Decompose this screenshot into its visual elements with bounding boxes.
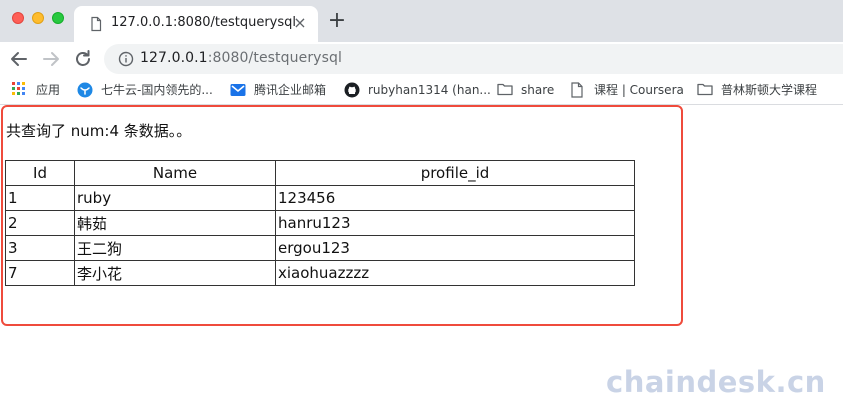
- folder-icon: [697, 83, 713, 96]
- table-row: 1 ruby 123456: [5, 185, 635, 211]
- close-window-button[interactable]: [12, 12, 24, 24]
- github-icon: [344, 82, 360, 98]
- address-bar[interactable]: 127.0.0.1:8080/testquerysql: [104, 44, 843, 74]
- table-row: 2 韩茹 hanru123: [5, 210, 635, 236]
- apps-grid-icon: [12, 82, 25, 95]
- back-arrow-icon[interactable]: [7, 47, 31, 71]
- query-summary: 共查询了 num:4 条数据。。: [6, 122, 192, 140]
- cell-id: 2: [5, 210, 75, 236]
- cell-id: 1: [5, 185, 75, 211]
- bookmark-label: 应用: [36, 83, 61, 97]
- column-header-profile-id: profile_id: [275, 160, 635, 186]
- url-host: 127.0.0.1: [140, 50, 208, 66]
- browser-window: 127.0.0.1:8080/testquerysql × + 127.0.0.…: [0, 0, 843, 417]
- zoom-window-button[interactable]: [52, 12, 64, 24]
- folder-icon: [497, 83, 513, 96]
- bookmark-label: 腾讯企业邮箱: [254, 83, 327, 97]
- browser-tab-active[interactable]: 127.0.0.1:8080/testquerysql ×: [74, 6, 318, 42]
- cell-id: 7: [5, 260, 75, 286]
- cell-name: 王二狗: [74, 235, 276, 261]
- column-header-id: Id: [5, 160, 75, 186]
- bookmark-label: 七牛云-国内领先的...: [101, 83, 213, 97]
- results-table: Id Name profile_id 1 ruby 123456 2 韩茹 ha…: [5, 160, 635, 286]
- bookmark-label: share: [521, 83, 555, 97]
- cell-profile-id: 123456: [275, 185, 635, 211]
- url-path: :8080/testquerysql: [207, 50, 342, 66]
- tab-close-icon[interactable]: ×: [291, 14, 309, 32]
- cell-profile-id: hanru123: [275, 210, 635, 236]
- table-header-row: Id Name profile_id: [5, 160, 635, 186]
- tab-strip: 127.0.0.1:8080/testquerysql × +: [0, 0, 843, 42]
- minimize-window-button[interactable]: [32, 12, 44, 24]
- forward-arrow-icon[interactable]: [39, 47, 63, 71]
- cell-profile-id: ergou123: [275, 235, 635, 261]
- address-url: 127.0.0.1:8080/testquerysql: [140, 50, 342, 66]
- cell-name: 李小花: [74, 260, 276, 286]
- reload-icon[interactable]: [71, 47, 95, 71]
- cell-profile-id: xiaohuazzzz: [275, 260, 635, 286]
- page-icon: [571, 82, 583, 98]
- page-icon: [91, 16, 102, 32]
- cell-name: ruby: [74, 185, 276, 211]
- tencent-mail-icon: [230, 84, 246, 96]
- bookmark-label: rubyhan1314 (han...: [368, 83, 491, 97]
- table-row: 7 李小花 xiaohuazzzz: [5, 260, 635, 286]
- cell-name: 韩茹: [74, 210, 276, 236]
- bookmark-label: 普林斯顿大学课程: [721, 83, 818, 97]
- bookmark-label: 课程 | Coursera: [594, 83, 684, 97]
- new-tab-button[interactable]: +: [326, 10, 348, 32]
- tab-title: 127.0.0.1:8080/testquerysql: [111, 15, 296, 30]
- qiniu-logo-icon: [77, 82, 93, 98]
- cell-id: 3: [5, 235, 75, 261]
- watermark: chaindesk.cn: [606, 365, 826, 399]
- browser-toolbar: 127.0.0.1:8080/testquerysql: [0, 42, 843, 76]
- column-header-name: Name: [74, 160, 276, 186]
- site-info-icon[interactable]: [118, 51, 134, 67]
- bookmarks-bar: 应用 七牛云-国内领先的... 腾讯企业邮箱 rubyhan1314 (han.…: [0, 76, 843, 105]
- table-row: 3 王二狗 ergou123: [5, 235, 635, 261]
